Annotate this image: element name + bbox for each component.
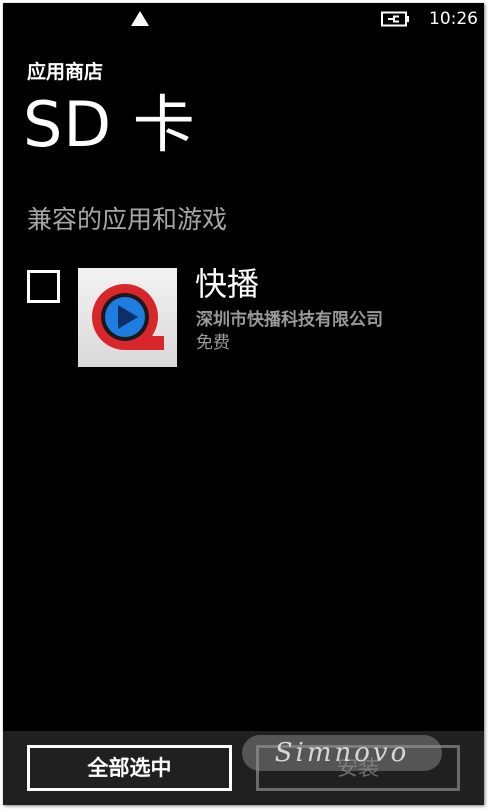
app-publisher: 深圳市快播科技有限公司	[196, 310, 383, 330]
select-all-button[interactable]: 全部选中	[27, 745, 232, 791]
app-name[interactable]: 快播	[195, 259, 259, 305]
status-time: 10:26	[429, 9, 478, 29]
app-title: 应用商店	[27, 61, 104, 83]
qvod-player-icon[interactable]	[78, 268, 177, 367]
status-bar: 10:26	[3, 3, 484, 35]
section-title: 兼容的应用和游戏	[27, 205, 228, 234]
list-item[interactable]: 快播 深圳市快播科技有限公司 免费	[3, 265, 484, 369]
phone-screen: 10:26 应用商店 SD 卡 兼容的应用和游戏 快播 深圳市快播科技有限公司 …	[3, 3, 484, 805]
app-price: 免费	[196, 333, 230, 353]
app-checkbox[interactable]	[27, 270, 60, 303]
watermark: Simnovo	[242, 735, 442, 771]
signal-triangle-icon	[131, 11, 149, 26]
battery-charging-icon	[381, 11, 409, 27]
page-title: SD 卡	[23, 88, 196, 161]
